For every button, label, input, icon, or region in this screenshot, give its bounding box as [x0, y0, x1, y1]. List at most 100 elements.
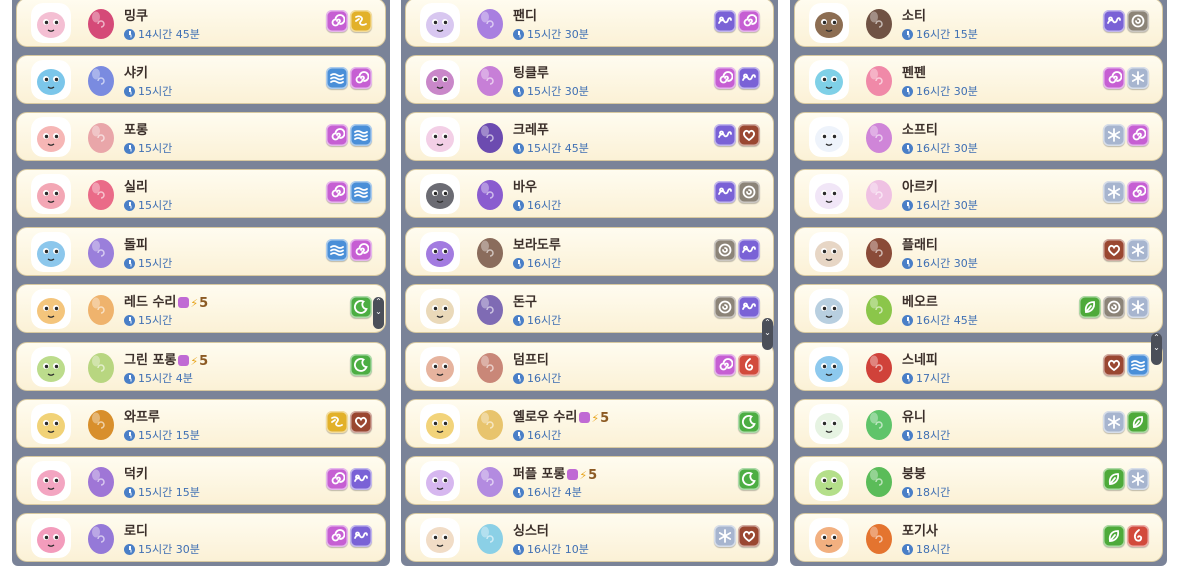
clock-icon	[902, 373, 913, 384]
frost-element-icon	[1103, 181, 1125, 203]
creature-avatar	[31, 60, 71, 100]
frost-element-icon	[1127, 468, 1149, 490]
plus-value: 5	[199, 354, 209, 369]
clock-icon	[513, 29, 524, 40]
creature-row[interactable]: 크레푸 15시간 45분	[405, 112, 774, 161]
wind-element-icon	[738, 67, 760, 89]
creature-name: 옐로우 수리 ⚡5	[513, 406, 609, 426]
creature-name-text: 그린 포롱	[124, 353, 177, 368]
creature-name: 스네피	[902, 349, 938, 368]
creature-row[interactable]: 포롱 15시간	[16, 112, 386, 161]
clock-icon	[513, 373, 524, 384]
hatch-time-text: 15시간 4분	[138, 372, 193, 385]
creature-name: 와프루	[124, 406, 160, 425]
creature-name-text: 베오르	[902, 295, 938, 310]
clock-icon	[513, 258, 524, 269]
creature-name: 로디	[124, 520, 148, 539]
clock-icon	[513, 430, 524, 441]
creature-row[interactable]: 바우 16시간	[405, 169, 774, 218]
creature-list-column-2: 팬디 15시간 30분 팅클루 15시간 30분 크레푸 15시간 45분 바우…	[401, 0, 778, 566]
creature-row[interactable]: 샤키 15시간	[16, 55, 386, 104]
egg-icon	[83, 234, 119, 270]
creature-name-text: 샤키	[124, 66, 148, 81]
egg-icon	[472, 349, 508, 385]
element-badges	[714, 525, 760, 549]
creature-row[interactable]: 포기사 18시간	[794, 513, 1163, 562]
creature-row[interactable]: 그린 포롱 ⚡5 15시간 4분	[16, 342, 386, 391]
creature-row[interactable]: 팅클루 15시간 30분	[405, 55, 774, 104]
stone-element-icon	[1103, 296, 1125, 318]
creature-row[interactable]: 붕붕 18시간	[794, 456, 1163, 505]
creature-row[interactable]: 보라도루 16시간	[405, 227, 774, 276]
creature-row[interactable]: 스네피 17시간	[794, 342, 1163, 391]
hatch-time: 16시간	[513, 255, 561, 271]
spiral-element-icon	[738, 10, 760, 32]
creature-name: 퍼플 포롱 ⚡5	[513, 463, 597, 483]
hatch-time: 15시간 30분	[513, 83, 589, 99]
creature-name-text: 덕키	[124, 467, 148, 482]
creature-row[interactable]: 팬디 15시간 30분	[405, 0, 774, 47]
creature-row[interactable]: 돌피 15시간	[16, 227, 386, 276]
creature-row[interactable]: 옐로우 수리 ⚡5 16시간	[405, 399, 774, 448]
creature-avatar	[420, 232, 460, 272]
creature-row[interactable]: 덤프티 16시간	[405, 342, 774, 391]
hatch-time: 15시간 30분	[513, 26, 589, 42]
hatch-time-text: 16시간 30분	[916, 142, 978, 155]
creature-row[interactable]: 와프루 15시간 15분	[16, 399, 386, 448]
creature-name-text: 밍쿠	[124, 9, 148, 24]
scroll-handle-3[interactable]: ⌃ ⌄	[1151, 333, 1162, 365]
hatch-time-text: 15시간	[138, 257, 173, 270]
creature-name-text: 플래티	[902, 238, 938, 253]
creature-row[interactable]: 레드 수리 ⚡5 15시간	[16, 284, 386, 333]
creature-row[interactable]: 베오르 16시간 45분	[794, 284, 1163, 333]
clock-icon	[124, 487, 135, 498]
creature-name: 유니	[902, 406, 926, 425]
frost-element-icon	[1103, 411, 1125, 433]
egg-icon	[861, 62, 897, 98]
clock-icon	[902, 200, 913, 211]
creature-name-text: 돌피	[124, 238, 148, 253]
hatch-time: 15시간	[124, 140, 172, 156]
creature-avatar	[420, 60, 460, 100]
heart-element-icon	[1103, 354, 1125, 376]
creature-avatar	[31, 289, 71, 329]
scroll-handle-1[interactable]: ⌃ ⌄	[373, 297, 384, 329]
wind-element-icon	[738, 239, 760, 261]
lightning-icon: ⚡	[190, 297, 199, 310]
plus-bonus: ⚡5	[178, 296, 208, 311]
creature-row[interactable]: 플래티 16시간 30분	[794, 227, 1163, 276]
creature-row[interactable]: 싱스터 16시간 10분	[405, 513, 774, 562]
element-badges	[1103, 411, 1149, 435]
mini-spiral-icon	[579, 412, 591, 423]
egg-icon	[861, 234, 897, 270]
creature-row[interactable]: 덕키 15시간 15분	[16, 456, 386, 505]
creature-row[interactable]: 돈구 16시간	[405, 284, 774, 333]
creature-name: 포롱	[124, 119, 148, 138]
creature-name-text: 로디	[124, 524, 148, 539]
creature-name: 붕붕	[902, 463, 926, 482]
hatch-time: 16시간 30분	[902, 255, 978, 271]
creature-row[interactable]: 소티 16시간 15분	[794, 0, 1163, 47]
creature-row[interactable]: 펜펜 16시간 30분	[794, 55, 1163, 104]
creature-row[interactable]: 유니 18시간	[794, 399, 1163, 448]
egg-icon	[861, 349, 897, 385]
creature-row[interactable]: 소프티 16시간 30분	[794, 112, 1163, 161]
scroll-handle-2[interactable]: ⌃ ⌄	[762, 318, 773, 350]
creature-avatar	[809, 289, 849, 329]
creature-row[interactable]: 밍쿠 14시간 45분	[16, 0, 386, 47]
hatch-time-text: 16시간	[527, 314, 562, 327]
swirl-element-icon	[326, 411, 348, 433]
creature-row[interactable]: 실리 15시간	[16, 169, 386, 218]
moon-element-icon	[738, 411, 760, 433]
element-badges	[326, 525, 372, 549]
creature-avatar	[809, 347, 849, 387]
creature-avatar	[31, 174, 71, 214]
creature-row[interactable]: 로디 15시간 30분	[16, 513, 386, 562]
clock-icon	[124, 544, 135, 555]
hatch-time-text: 15시간 30분	[527, 85, 589, 98]
egg-icon	[83, 520, 119, 556]
hatch-time: 16시간 30분	[902, 197, 978, 213]
hatch-time: 15시간 15분	[124, 484, 200, 500]
creature-row[interactable]: 아르키 16시간 30분	[794, 169, 1163, 218]
creature-row[interactable]: 퍼플 포롱 ⚡5 16시간 4분	[405, 456, 774, 505]
